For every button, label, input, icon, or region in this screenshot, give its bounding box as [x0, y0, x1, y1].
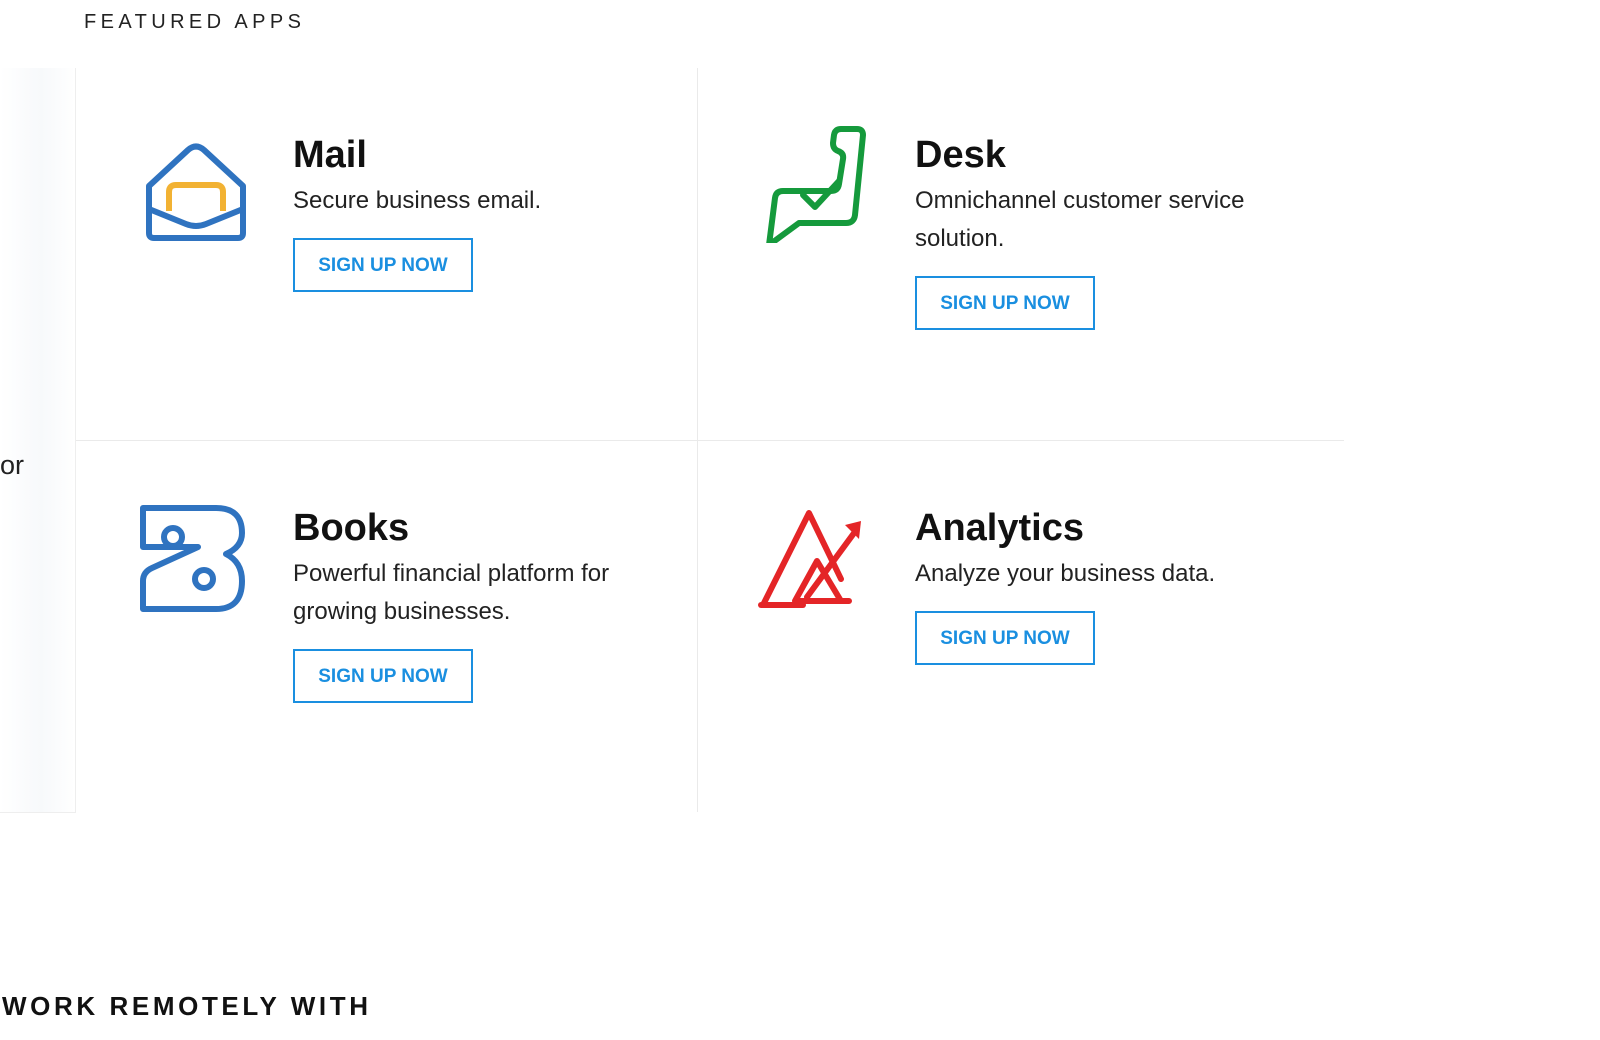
app-text-desk: Desk Omnichannel customer service soluti…: [915, 134, 1285, 330]
app-card-mail: Mail Secure business email. SIGN UP NOW: [76, 68, 696, 440]
app-name: Books: [293, 507, 410, 549]
app-card-desk: Desk Omnichannel customer service soluti…: [698, 68, 1318, 440]
app-description: Secure business email.: [293, 187, 542, 214]
app-description: Omnichannel customer service solution.: [915, 187, 1245, 252]
books-icon: [134, 505, 254, 625]
signup-button-analytics[interactable]: SIGN UP NOW: [915, 611, 1095, 665]
app-text-analytics: Analytics Analyze your business data. SI…: [915, 507, 1285, 665]
signup-button-desk[interactable]: SIGN UP NOW: [915, 276, 1095, 330]
app-name: Analytics: [915, 507, 1084, 549]
app-description: Powerful financial platform for growing …: [293, 560, 610, 625]
signup-button-books[interactable]: SIGN UP NOW: [293, 649, 473, 703]
app-text-mail: Mail Secure business email. SIGN UP NOW: [293, 134, 663, 292]
mail-icon: [136, 128, 256, 248]
desk-icon: [753, 123, 873, 243]
analytics-icon: [753, 501, 873, 621]
app-card-analytics: Analytics Analyze your business data. SI…: [698, 441, 1318, 813]
work-remotely-heading: WORK REMOTELY WITH: [2, 991, 372, 1021]
app-card-books: Books Powerful financial platform for gr…: [76, 441, 696, 813]
featured-apps-heading: FEATURED APPS: [84, 11, 306, 33]
app-text-books: Books Powerful financial platform for gr…: [293, 507, 663, 703]
signup-button-mail[interactable]: SIGN UP NOW: [293, 238, 473, 292]
page: FEATURED APPS or Mail Secure business em…: [0, 0, 1600, 1040]
featured-apps-grid: Mail Secure business email. SIGN UP NOW …: [76, 68, 1344, 812]
app-description: Analyze your business data.: [915, 560, 1216, 587]
left-panel-partial: or: [0, 68, 76, 813]
app-name: Desk: [915, 134, 1006, 176]
app-name: Mail: [293, 134, 367, 176]
left-panel-text: or: [0, 450, 25, 480]
